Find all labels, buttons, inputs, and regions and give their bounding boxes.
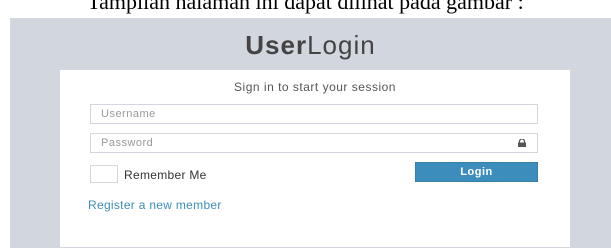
remember-me-checkbox[interactable]: [90, 165, 118, 183]
register-link[interactable]: Register a new member: [88, 198, 222, 212]
login-page: UserLogin Sign in to start your session …: [10, 18, 611, 248]
logo-bold: User: [245, 30, 308, 60]
caption-text: Tampilan halaman ini dapat dilihat pada …: [87, 0, 524, 14]
lock-icon: [518, 139, 526, 147]
login-button[interactable]: Login: [415, 162, 538, 182]
remember-me-label: Remember Me: [124, 168, 207, 182]
logo-light: Login: [307, 30, 376, 60]
username-placeholder: Username: [101, 108, 156, 120]
app-logo: UserLogin: [10, 28, 611, 62]
password-placeholder: Password: [101, 137, 154, 149]
login-box-message: Sign in to start your session: [234, 80, 396, 94]
username-input[interactable]: Username: [90, 104, 538, 124]
login-box: Sign in to start your session Username P…: [60, 70, 570, 247]
password-input[interactable]: Password: [90, 133, 538, 153]
